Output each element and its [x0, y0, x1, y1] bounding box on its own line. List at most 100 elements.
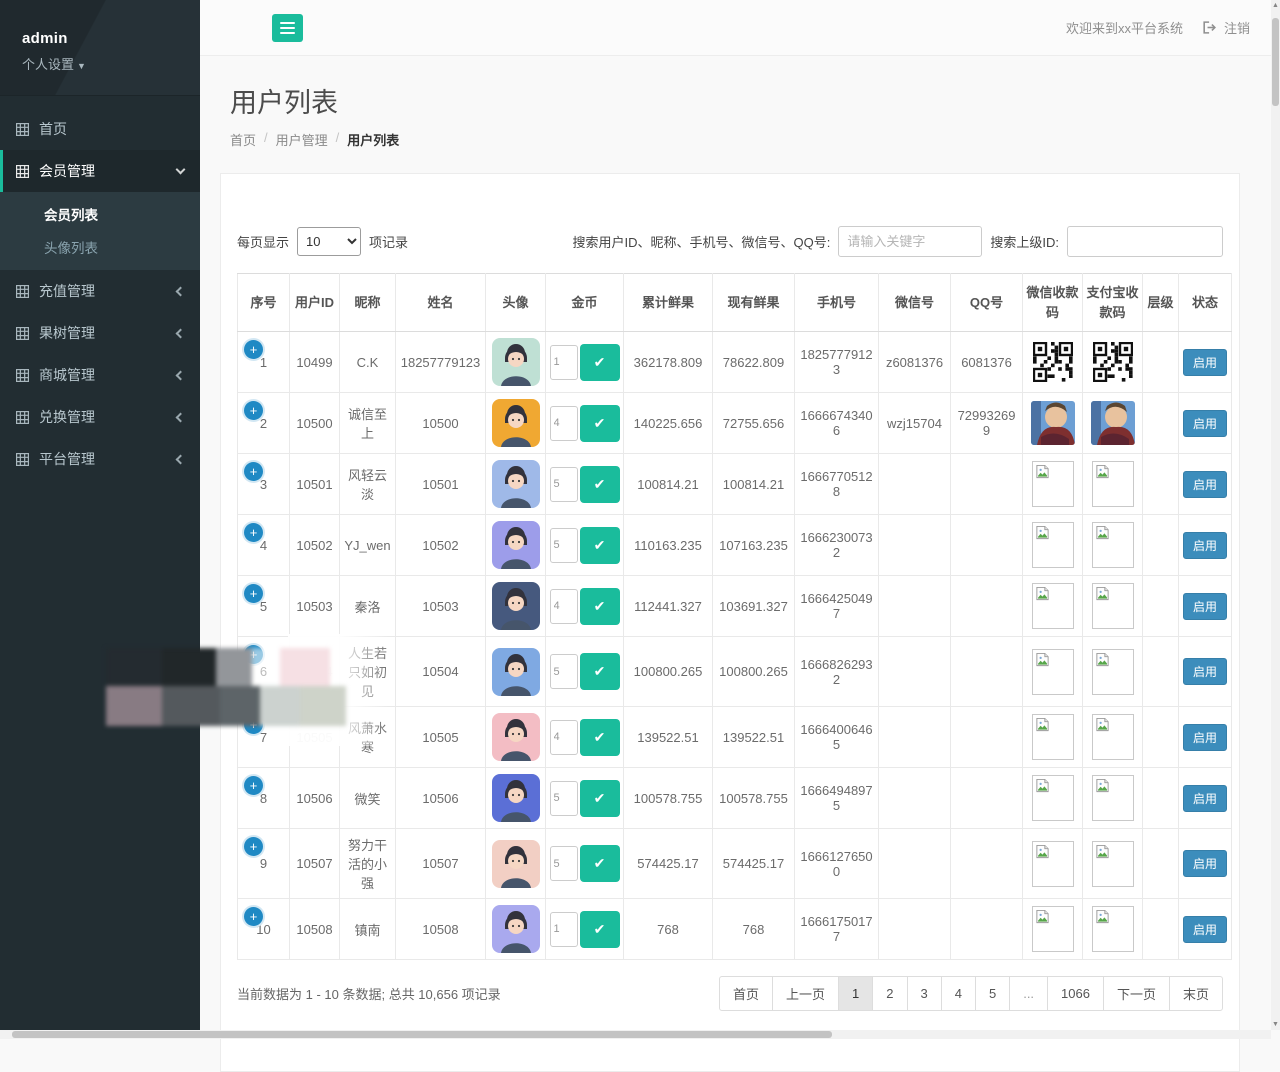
avatar-cell	[486, 707, 546, 768]
coin-input[interactable]	[550, 846, 578, 881]
horizontal-scrollbar[interactable]	[0, 1030, 1271, 1039]
sidebar-subitem-member-list[interactable]: 会员列表	[0, 197, 200, 230]
coin-confirm-button[interactable]: ✔	[580, 405, 620, 442]
breadcrumb-home[interactable]: 首页	[230, 130, 256, 149]
expand-row-button[interactable]: +	[244, 340, 263, 359]
status-enable-button[interactable]: 启用	[1183, 850, 1227, 877]
scroll-down-arrow[interactable]: ▼	[1271, 1021, 1280, 1028]
status-enable-button[interactable]: 启用	[1183, 593, 1227, 620]
grid-icon	[16, 123, 29, 136]
expand-row-button[interactable]: +	[244, 523, 263, 542]
status-cell: 启用	[1179, 637, 1232, 707]
coin-input[interactable]	[550, 654, 578, 689]
status-cell: 启用	[1179, 454, 1232, 515]
sidebar-item-mall[interactable]: 商城管理	[0, 354, 200, 396]
sidebar-submenu: 会员列表 头像列表	[0, 192, 200, 270]
status-cell: 启用	[1179, 393, 1232, 454]
coin-confirm-button[interactable]: ✔	[580, 527, 620, 564]
sidebar-item-fruit-tree[interactable]: 果树管理	[0, 312, 200, 354]
pagination-button[interactable]: 首页	[719, 976, 773, 1011]
status-enable-button[interactable]: 启用	[1183, 658, 1227, 685]
coin-confirm-button[interactable]: ✔	[580, 719, 620, 756]
parent-id-input[interactable]	[1067, 226, 1223, 257]
status-enable-button[interactable]: 启用	[1183, 349, 1227, 376]
expand-row-button[interactable]: +	[244, 401, 263, 420]
current-fruit-cell: 72755.656	[713, 393, 795, 454]
pagination-button[interactable]: 4	[941, 976, 976, 1011]
status-enable-button[interactable]: 启用	[1183, 724, 1227, 751]
horizontal-scroll-thumb[interactable]	[12, 1031, 832, 1038]
coin-input[interactable]	[550, 912, 578, 947]
logout-button[interactable]: 注销	[1203, 18, 1250, 37]
index-cell: +1	[238, 332, 290, 393]
coin-input[interactable]	[550, 528, 578, 563]
sidebar-subitem-avatar-list[interactable]: 头像列表	[0, 230, 200, 263]
pagination-button[interactable]: 2	[872, 976, 907, 1011]
sidebar-item-home[interactable]: 首页	[0, 108, 200, 150]
subitem-label: 会员列表	[44, 204, 98, 224]
coin-confirm-button[interactable]: ✔	[580, 344, 620, 381]
status-enable-button[interactable]: 启用	[1183, 532, 1227, 559]
status-cell: 启用	[1179, 332, 1232, 393]
status-enable-button[interactable]: 启用	[1183, 471, 1227, 498]
per-page-select[interactable]: 10	[297, 227, 361, 256]
pagination-button[interactable]: 3	[907, 976, 942, 1011]
vertical-scroll-thumb[interactable]	[1272, 18, 1279, 106]
logout-label: 注销	[1224, 18, 1250, 37]
status-enable-button[interactable]: 启用	[1183, 410, 1227, 437]
level-cell	[1143, 454, 1179, 515]
column-header: 微信号	[879, 274, 951, 332]
sidebar-item-platform[interactable]: 平台管理	[0, 438, 200, 480]
scroll-up-arrow[interactable]: ▲	[1271, 2, 1280, 9]
coin-confirm-button[interactable]: ✔	[580, 911, 620, 948]
total-fruit-cell: 100814.21	[624, 454, 713, 515]
pagination-button[interactable]: 末页	[1169, 976, 1223, 1011]
name-cell: 10504	[396, 637, 486, 707]
current-fruit-cell: 103691.327	[713, 576, 795, 637]
coin-input[interactable]	[550, 720, 578, 755]
sidebar-toggle-button[interactable]	[272, 14, 303, 42]
coin-confirm-button[interactable]: ✔	[580, 780, 620, 817]
coin-confirm-button[interactable]: ✔	[580, 466, 620, 503]
pagination-button[interactable]: 1	[838, 976, 873, 1011]
pagination-button[interactable]: 下一页	[1103, 976, 1170, 1011]
phone-cell: 16661750177	[795, 899, 879, 960]
sidebar-item-members[interactable]: 会员管理	[0, 150, 200, 192]
alipay-qr-cell	[1083, 576, 1143, 637]
broken-image-icon	[1032, 583, 1074, 629]
expand-row-button[interactable]: +	[244, 462, 263, 481]
index-cell: +9	[238, 829, 290, 899]
expand-row-button[interactable]: +	[244, 776, 263, 795]
coin-confirm-button[interactable]: ✔	[580, 653, 620, 690]
coin-input[interactable]	[550, 345, 578, 380]
pagination-button[interactable]: 上一页	[772, 976, 839, 1011]
sidebar-item-recharge[interactable]: 充值管理	[0, 270, 200, 312]
grid-icon	[16, 369, 29, 382]
status-enable-button[interactable]: 启用	[1183, 916, 1227, 943]
vertical-scrollbar[interactable]: ▲ ▼	[1271, 0, 1280, 1030]
avatar	[492, 905, 540, 953]
user-settings-link[interactable]: 个人设置▼	[22, 54, 200, 73]
expand-row-button[interactable]: +	[244, 584, 263, 603]
user-id-cell: 10507	[290, 829, 340, 899]
nickname-cell: YJ_wen	[340, 515, 396, 576]
breadcrumb-user-mgmt[interactable]: 用户管理	[276, 130, 328, 149]
search-input[interactable]	[838, 226, 982, 257]
coin-confirm-button[interactable]: ✔	[580, 588, 620, 625]
coin-input[interactable]	[550, 589, 578, 624]
status-enable-button[interactable]: 启用	[1183, 785, 1227, 812]
coin-input[interactable]	[550, 781, 578, 816]
avatar	[492, 713, 540, 761]
sidebar-item-exchange[interactable]: 兑换管理	[0, 396, 200, 438]
expand-row-button[interactable]: +	[244, 837, 263, 856]
coin-input[interactable]	[550, 406, 578, 441]
expand-row-button[interactable]: +	[244, 907, 263, 926]
pagination-button[interactable]: 5	[975, 976, 1010, 1011]
sidebar: admin 个人设置▼ 首页 会员管理 会员列表 头像列表 充值管理 果树管理	[0, 0, 200, 1039]
coin-input[interactable]	[550, 467, 578, 502]
pagination-button[interactable]: 1066	[1047, 976, 1104, 1011]
qq-cell: 729932699	[951, 393, 1023, 454]
wechat-qr-cell	[1023, 576, 1083, 637]
nickname-cell: 镇南	[340, 899, 396, 960]
coin-confirm-button[interactable]: ✔	[580, 845, 620, 882]
